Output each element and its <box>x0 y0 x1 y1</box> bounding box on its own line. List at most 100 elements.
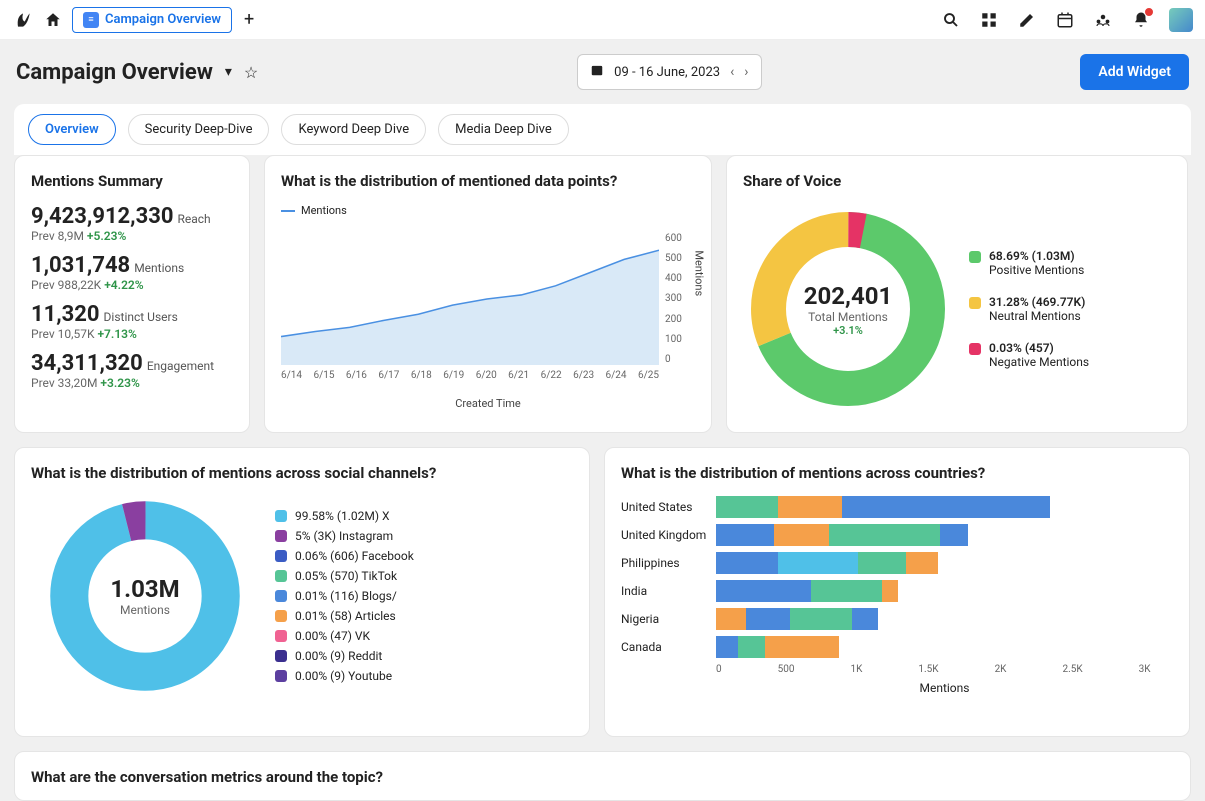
metric-label: Engagement <box>147 359 214 373</box>
y-axis-label: Mentions <box>693 250 706 296</box>
distribution-title: What is the distribution of mentioned da… <box>281 172 695 190</box>
share-of-voice-title: Share of Voice <box>743 172 1171 190</box>
apps-icon[interactable] <box>979 10 999 30</box>
sov-total-label: Total Mentions <box>808 310 888 324</box>
mentions-summary-card: Mentions Summary 9,423,912,330ReachPrev … <box>14 155 250 433</box>
legend-text: 0.05% (570) TikTok <box>295 569 397 583</box>
add-widget-button[interactable]: Add Widget <box>1080 54 1189 90</box>
share-of-voice-card: Share of Voice 202,401 Total Mentions +3… <box>726 155 1188 433</box>
legend-text: 0.03% (457)Negative Mentions <box>989 341 1089 369</box>
line-legend-label: Mentions <box>301 204 347 217</box>
metric-prev: Prev 988,22K +4.22% <box>31 278 233 292</box>
countries-title: What is the distribution of mentions acr… <box>621 464 1173 482</box>
country-bars: United StatesUnited KingdomPhilippinesIn… <box>621 496 1173 658</box>
brand-logo <box>12 9 34 31</box>
date-prev-icon[interactable]: ‹ <box>730 64 734 80</box>
date-range-text: 09 - 16 June, 2023 <box>614 65 720 80</box>
metric-value: 1,031,748 <box>31 253 130 278</box>
social-donut: 1.03M Mentions <box>45 496 245 696</box>
date-next-icon[interactable]: › <box>744 64 748 80</box>
workspace-tab[interactable]: ≡ Campaign Overview <box>72 7 232 33</box>
bar-segment <box>906 552 939 574</box>
legend-swatch <box>275 650 287 662</box>
social-title: What is the distribution of mentions acr… <box>31 464 573 482</box>
bar-segment <box>858 552 905 574</box>
conversation-metrics-card: What are the conversation metrics around… <box>14 751 1191 801</box>
title-dropdown-icon[interactable]: ▾ <box>225 64 232 80</box>
sov-total: 202,401 <box>804 282 893 310</box>
legend-swatch <box>969 251 981 263</box>
social-center-value: 1.03M <box>110 575 179 603</box>
countries-card: What is the distribution of mentions acr… <box>604 447 1190 737</box>
legend-text: 31.28% (469.77K)Neutral Mentions <box>989 295 1085 323</box>
bar-segment <box>765 636 839 658</box>
country-bar <box>716 524 968 546</box>
legend-swatch <box>275 610 287 622</box>
sov-legend: 68.69% (1.03M)Positive Mentions31.28% (4… <box>969 249 1089 369</box>
search-icon[interactable] <box>941 10 961 30</box>
x-axis: 6/146/156/166/176/186/196/206/216/226/23… <box>281 370 659 381</box>
legend-swatch <box>275 550 287 562</box>
legend-swatch <box>275 530 287 542</box>
bar-segment <box>716 552 778 574</box>
country-label: India <box>621 584 716 598</box>
bar-segment <box>882 580 898 602</box>
social-legend: 99.58% (1.02M) X5% (3K) Instagram0.06% (… <box>275 509 414 683</box>
social-channels-card: What is the distribution of mentions acr… <box>14 447 590 737</box>
bar-segment <box>778 552 858 574</box>
compose-icon[interactable] <box>1017 10 1037 30</box>
metric-label: Mentions <box>134 261 184 275</box>
metric-value: 11,320 <box>31 302 100 327</box>
bar-segment <box>940 524 968 546</box>
user-avatar[interactable] <box>1169 8 1193 32</box>
sov-delta: +3.1% <box>833 324 863 337</box>
country-bar <box>716 552 938 574</box>
country-bar <box>716 636 839 658</box>
topbar-actions <box>941 8 1193 32</box>
tab-keyword-deep-dive[interactable]: Keyword Deep Dive <box>281 114 426 145</box>
legend-text: 0.01% (116) Blogs/ <box>295 589 397 603</box>
notifications-icon[interactable] <box>1131 10 1151 30</box>
country-xaxis: 05001K1.5K2K2.5K3K <box>716 664 1173 675</box>
workspace-tab-label: Campaign Overview <box>105 12 221 27</box>
country-label: Nigeria <box>621 612 716 626</box>
tab-overview[interactable]: Overview <box>28 114 116 145</box>
bar-segment <box>852 608 877 630</box>
legend-text: 5% (3K) Instagram <box>295 529 393 543</box>
country-label: Canada <box>621 640 716 654</box>
tab-security-deep-dive[interactable]: Security Deep-Dive <box>128 114 270 145</box>
country-bar <box>716 496 1050 518</box>
country-xlabel: Mentions <box>716 681 1173 695</box>
social-center-label: Mentions <box>120 603 170 617</box>
legend-text: 0.00% (9) Youtube <box>295 669 392 683</box>
x-axis-label: Created Time <box>281 397 695 410</box>
tab-media-deep-dive[interactable]: Media Deep Dive <box>438 114 569 145</box>
topbar: ≡ Campaign Overview + <box>0 0 1205 40</box>
bar-segment <box>716 636 738 658</box>
mentions-summary-title: Mentions Summary <box>31 172 233 190</box>
metric-prev: Prev 33,20M +3.23% <box>31 376 233 390</box>
bar-segment <box>738 636 765 658</box>
metric-prev: Prev 10,57K +7.13% <box>31 327 233 341</box>
metric-value: 9,423,912,330 <box>31 204 173 229</box>
favorite-icon[interactable]: ☆ <box>244 63 258 82</box>
date-range-picker[interactable]: 09 - 16 June, 2023 ‹ › <box>577 54 761 90</box>
bar-segment <box>716 608 746 630</box>
home-icon[interactable] <box>42 9 64 31</box>
notification-badge <box>1144 7 1154 17</box>
bar-segment <box>811 580 882 602</box>
country-bar <box>716 608 878 630</box>
bar-segment <box>746 608 791 630</box>
community-icon[interactable] <box>1093 10 1113 30</box>
country-bar <box>716 580 898 602</box>
calendar-icon[interactable] <box>1055 10 1075 30</box>
legend-swatch <box>275 670 287 682</box>
add-tab-icon[interactable]: + <box>240 9 258 30</box>
bar-segment <box>774 524 829 546</box>
bar-segment <box>829 524 940 546</box>
legend-text: 0.06% (606) Facebook <box>295 549 414 563</box>
metric-delta: +3.23% <box>100 376 139 390</box>
legend-swatch <box>275 630 287 642</box>
legend-swatch <box>969 343 981 355</box>
calendar-icon <box>590 63 604 81</box>
